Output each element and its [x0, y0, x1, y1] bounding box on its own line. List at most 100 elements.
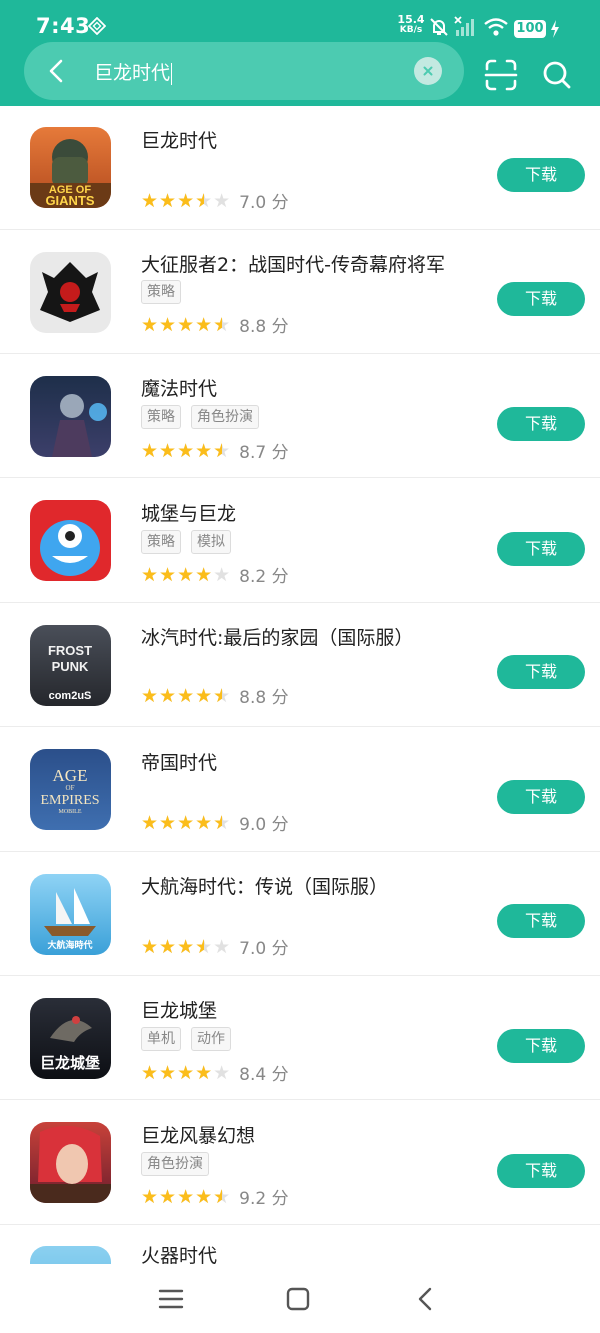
svg-text:GIANTS: GIANTS — [45, 193, 94, 208]
svg-text:OF: OF — [66, 784, 75, 792]
star-rating: ★★★★★★★★★★ — [141, 1185, 232, 1208]
download-button[interactable]: 下载 — [497, 655, 585, 689]
network-speed: 15.4 KB/s — [397, 13, 425, 35]
category-tag[interactable]: 策略 — [141, 405, 181, 429]
svg-text:巨龙城堡: 巨龙城堡 — [40, 1054, 100, 1072]
list-item[interactable]: 城堡与巨龙 策略 模拟 ★★★★★★★★★★ 8.2 分 下载 — [0, 479, 600, 603]
mute-bell-icon — [430, 18, 448, 36]
download-button[interactable]: 下载 — [497, 532, 585, 566]
rating-score: 8.2 分 — [239, 567, 289, 587]
rating-score: 9.2 分 — [239, 1189, 289, 1209]
wifi-icon — [484, 18, 508, 36]
star-rating: ★★★★★★★★★★ — [141, 935, 232, 958]
text-cursor — [171, 62, 173, 85]
frostpunk-icon: FROST PUNK com2uS — [30, 625, 111, 706]
list-item[interactable]: 巨龙风暴幻想 角色扮演 ★★★★★★★★★★ 9.2 分 下载 — [0, 1101, 600, 1225]
download-button[interactable]: 下载 — [497, 1154, 585, 1188]
age-of-giants-icon: AGE OF GIANTS — [30, 127, 111, 208]
rating-score: 7.0 分 — [239, 939, 289, 959]
star-rating: ★★★★★★★★★★ — [141, 189, 232, 212]
rating-score: 8.8 分 — [239, 317, 289, 337]
category-tag[interactable]: 单机 — [141, 1027, 181, 1051]
category-tag[interactable]: 策略 — [141, 530, 181, 554]
app-name[interactable]: 帝国时代 — [141, 748, 217, 775]
list-item[interactable]: FROST PUNK com2uS 冰汽时代:最后的家园（国际服） ★★★★★ ★… — [0, 603, 600, 727]
blue-monster-icon — [30, 500, 111, 581]
svg-text:AGE: AGE — [53, 766, 88, 785]
samurai-helmet-icon — [30, 252, 111, 333]
list-item[interactable]: 魔法时代 策略 角色扮演 ★★★★★★★★★★ 8.7 分 下载 — [0, 354, 600, 478]
status-bar: 7:43 15.4 KB/s 100 — [0, 0, 600, 44]
search-results-list[interactable]: AGE OF GIANTS 巨龙时代 ★★★★★★★★★★ 7.0 分 下载 大… — [0, 106, 600, 1264]
firearms-icon — [30, 1246, 111, 1264]
list-item[interactable]: AGE OF EMPIRES MOBILE 帝国时代 ★★★★★★★★★★ 9.… — [0, 728, 600, 852]
list-item[interactable]: 火器时代 — [0, 1225, 600, 1264]
category-tag[interactable]: 角色扮演 — [141, 1152, 209, 1176]
category-tag[interactable]: 策略 — [141, 280, 181, 304]
star-rating: ★★★★★★★★★★ — [141, 684, 232, 707]
star-rating: ★★★★★★★★★★ — [141, 811, 232, 834]
rating-score: 8.4 分 — [239, 1065, 289, 1085]
download-button[interactable]: 下载 — [497, 282, 585, 316]
mage-icon — [30, 376, 111, 457]
app-rating: ★★★★★★★★★★ 9.2 分 — [141, 1184, 289, 1210]
download-button[interactable]: 下载 — [497, 1029, 585, 1063]
elf-warrior-icon — [30, 1122, 111, 1203]
download-button[interactable]: 下载 — [497, 904, 585, 938]
age-of-empires-icon: AGE OF EMPIRES MOBILE — [30, 749, 111, 830]
list-item[interactable]: 大航海時代 大航海时代：传说（国际服） ★★★★★★★★★★ 7.0 分 下载 — [0, 852, 600, 976]
svg-text:com2uS: com2uS — [49, 690, 92, 702]
download-button[interactable]: 下载 — [497, 158, 585, 192]
rating-score: 8.7 分 — [239, 443, 289, 463]
rating-score: 7.0 分 — [239, 193, 289, 213]
app-name[interactable]: 城堡与巨龙 — [141, 499, 236, 526]
svg-text:MOBILE: MOBILE — [59, 809, 82, 815]
back-icon[interactable] — [411, 1284, 441, 1314]
app-name[interactable]: 火器时代 — [141, 1241, 217, 1264]
search-icon[interactable] — [538, 56, 576, 94]
rating-score: 8.8 分 — [239, 688, 289, 708]
battery-level: 100 — [514, 20, 546, 38]
list-item[interactable]: AGE OF GIANTS 巨龙时代 ★★★★★★★★★★ 7.0 分 下载 — [0, 106, 600, 230]
rating-score: 9.0 分 — [239, 815, 289, 835]
app-rating: ★★★★★★★★★★ 8.8 分 — [141, 312, 289, 338]
app-name[interactable]: 巨龙时代 — [141, 126, 217, 153]
sailing-ship-icon: 大航海時代 — [30, 874, 111, 955]
app-name[interactable]: 巨龙城堡 — [141, 996, 217, 1023]
app-name[interactable]: 魔法时代 — [141, 374, 217, 401]
menu-icon[interactable] — [156, 1284, 186, 1314]
close-icon — [423, 66, 433, 76]
download-button[interactable]: 下载 — [497, 407, 585, 441]
search-input[interactable]: 巨龙时代 — [94, 58, 173, 85]
no-signal-icon — [454, 16, 474, 36]
app-header: 7:43 15.4 KB/s 100 巨龙时代 — [0, 0, 600, 106]
tag-list: 角色扮演 — [141, 1152, 209, 1176]
clear-search-button[interactable] — [414, 57, 442, 85]
app-rating: ★★★★★★★★★★ 8.7 分 — [141, 438, 289, 464]
search-bar[interactable]: 巨龙时代 — [24, 42, 464, 100]
back-arrow-icon[interactable] — [38, 52, 76, 90]
list-item[interactable]: 大征服者2：战国时代-传奇幕府将军 策略 ★★★★★★★★★★ 8.8 分 下载 — [0, 230, 600, 354]
star-rating: ★★★★★★★★★★ — [141, 563, 232, 586]
app-name[interactable]: 大航海时代：传说（国际服） — [141, 872, 388, 899]
tag-list: 单机 动作 — [141, 1027, 231, 1051]
scan-icon[interactable] — [482, 56, 520, 94]
list-item[interactable]: 巨龙城堡 巨龙城堡 单机 动作 ★★★★★★★★★★ 8.4 分 下载 — [0, 976, 600, 1100]
app-name[interactable]: 冰汽时代:最后的家园（国际服） — [141, 623, 413, 650]
system-nav-bar — [0, 1264, 600, 1333]
charging-icon — [551, 20, 559, 38]
home-icon[interactable] — [283, 1284, 313, 1314]
download-button[interactable]: 下载 — [497, 780, 585, 814]
app-notification-icon — [88, 17, 106, 35]
tag-list: 策略 模拟 — [141, 530, 231, 554]
svg-text:大航海時代: 大航海時代 — [47, 939, 92, 951]
category-tag[interactable]: 动作 — [191, 1027, 231, 1051]
star-rating: ★★★★★★★★★★ — [141, 1061, 232, 1084]
app-name[interactable]: 大征服者2：战国时代-传奇幕府将军 — [141, 250, 445, 277]
tag-list: 策略 — [141, 280, 181, 304]
star-rating: ★★★★★★★★★★ — [141, 439, 232, 462]
app-rating: ★★★★★★★★★★ 8.8 分 — [141, 683, 289, 709]
app-name[interactable]: 巨龙风暴幻想 — [141, 1121, 255, 1148]
category-tag[interactable]: 模拟 — [191, 530, 231, 554]
category-tag[interactable]: 角色扮演 — [191, 405, 259, 429]
